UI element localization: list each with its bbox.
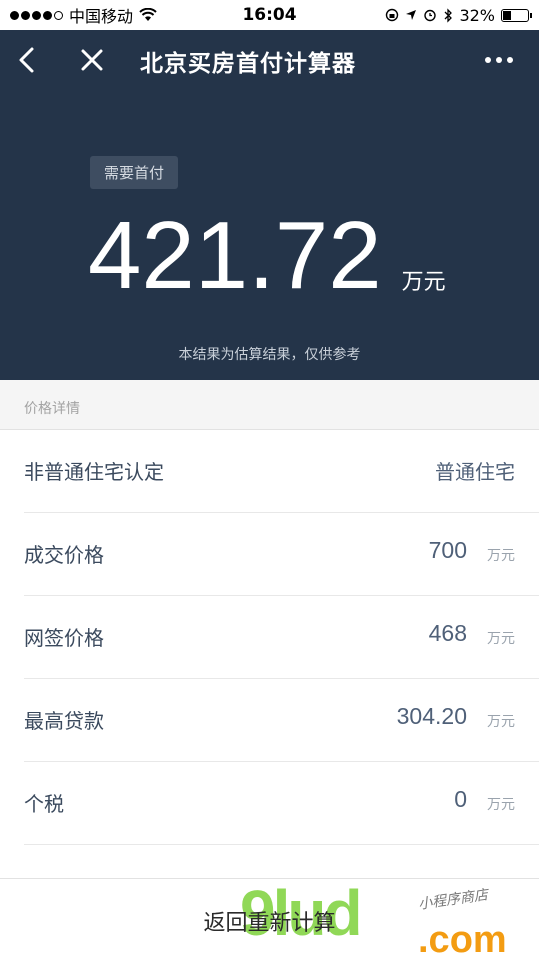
wifi-icon — [139, 8, 157, 21]
row-label: 个税 — [24, 792, 64, 816]
row-value: 468 — [428, 620, 467, 646]
row-label: 成交价格 — [24, 543, 104, 567]
nav-bar: 北京买房首付计算器 — [0, 30, 539, 92]
amount-unit: 万元 — [401, 270, 446, 295]
alarm-icon — [424, 9, 437, 22]
row-unit: 万元 — [487, 797, 515, 813]
row-label: 非普通住宅认定 — [24, 460, 164, 484]
battery-icon — [501, 8, 532, 22]
carrier-name: 中国移动 — [69, 7, 134, 26]
orientation-lock-icon — [386, 8, 399, 22]
list-item: 个税 0 万元 — [24, 762, 539, 845]
list-item: 非普通住宅认定 普通住宅 — [24, 430, 539, 513]
result-header: 北京买房首付计算器 需要首付 421.72 万元 本结果为估算结果，仅供参考 — [0, 30, 539, 380]
bottom-bar: 9lud 小程序商店 .com 返回重新计算 — [0, 878, 539, 960]
row-unit: 万元 — [487, 631, 515, 647]
row-value: 700 — [428, 537, 467, 563]
disclaimer-text: 本结果为估算结果，仅供参考 — [178, 347, 361, 363]
section-title-price-details: 价格详情 — [0, 380, 539, 430]
row-unit: 万元 — [487, 548, 515, 564]
down-payment-amount-row: 421.72 万元 — [88, 208, 446, 304]
row-unit: 万元 — [487, 714, 515, 730]
price-details-list: 非普通住宅认定 普通住宅 成交价格 700 万元 网签价格 468 万元 最高贷… — [0, 430, 539, 885]
bluetooth-icon — [444, 7, 453, 23]
status-bar: 中国移动 16:04 32% — [0, 0, 539, 30]
row-value: 0 — [454, 786, 467, 812]
list-item: 最高贷款 304.20 万元 — [24, 679, 539, 762]
list-item: 网签价格 468 万元 — [24, 596, 539, 679]
battery-percent: 32% — [459, 5, 495, 25]
row-value: 普通住宅 — [435, 460, 515, 484]
row-label: 网签价格 — [24, 626, 104, 650]
row-label: 最高贷款 — [24, 709, 104, 733]
list-item: 成交价格 700 万元 — [24, 513, 539, 596]
down-payment-amount: 421.72 — [88, 202, 382, 309]
signal-icon — [10, 10, 63, 20]
back-icon[interactable] — [10, 42, 46, 78]
down-payment-badge: 需要首付 — [90, 156, 179, 189]
close-icon[interactable] — [74, 42, 110, 78]
page-title: 北京买房首付计算器 — [140, 51, 356, 77]
row-value: 304.20 — [396, 703, 467, 729]
status-time: 16:04 — [242, 5, 297, 25]
location-icon — [406, 10, 417, 20]
battery-fill — [503, 10, 511, 20]
recalculate-button[interactable]: 返回重新计算 — [0, 905, 539, 937]
more-icon[interactable] — [485, 50, 521, 70]
